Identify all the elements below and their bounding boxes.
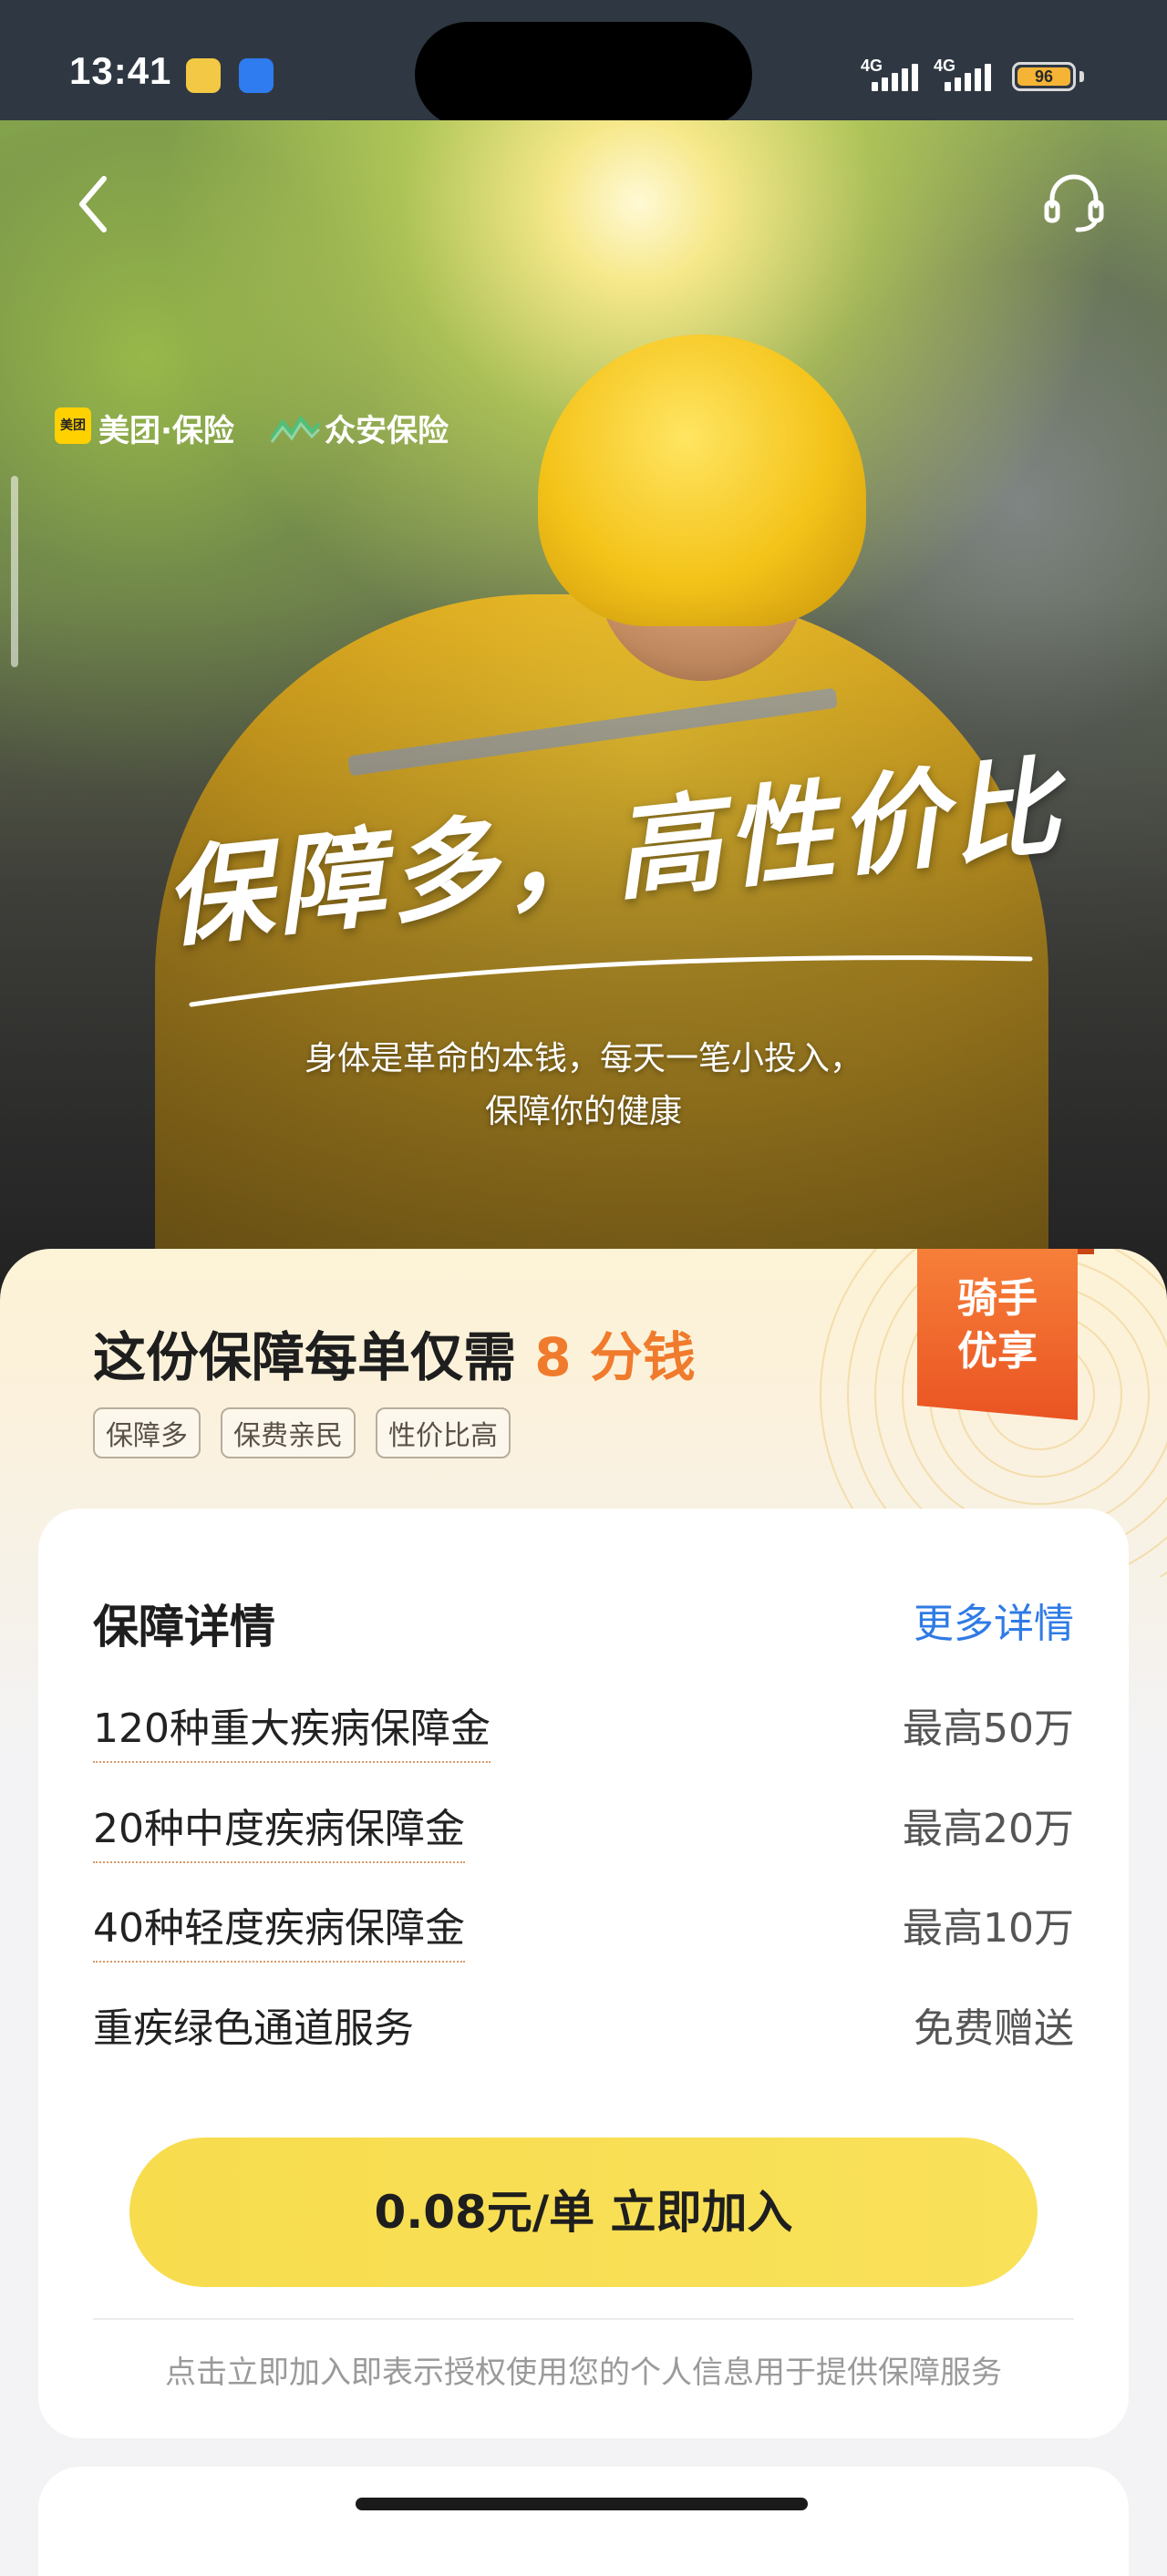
offer-title: 这份保障每单仅需 8 分钱 (93, 1314, 696, 1391)
coverage-value: 最高20万 (903, 1806, 1074, 1852)
zhongan-insurance-label: 众安保险 (325, 413, 449, 449)
hero-subtitle: 保障你的健康 (484, 1093, 682, 1130)
meituan-logo: 美团 (55, 407, 91, 444)
hero-banner: 美团 美团·保险 众安保险 保障多，高性价比 身体是革命的本钱，每天一笔小投入，… (0, 120, 1167, 1305)
zhongan-logo-icon (270, 415, 321, 443)
rider-exclusive-ribbon: 骑手 优享 (917, 1249, 1078, 1420)
app-notification-icon (186, 58, 221, 93)
offer-price: 8 分钱 (534, 1326, 696, 1388)
headset-icon[interactable] (1038, 166, 1110, 239)
signal-icon: 4G (934, 57, 1007, 95)
ribbon-fold (1078, 1249, 1094, 1254)
coverage-row[interactable]: 40种轻度疾病保障金 最高10万 (93, 1895, 1074, 1963)
ribbon-line: 优享 (957, 1328, 1038, 1375)
coverage-label[interactable]: 40种轻度疾病保障金 (93, 1895, 465, 1963)
status-bar: 13:41 4G 4G 96 (0, 0, 1167, 128)
battery-level: 96 (1017, 67, 1070, 86)
ribbon-line: 骑手 (957, 1275, 1038, 1322)
ribbon-label: 骑手 优享 (917, 1273, 1078, 1378)
details-title: 保障详情 (93, 1601, 275, 1654)
more-details-link[interactable]: 更多详情 (914, 1591, 1074, 1649)
network-label: 4G (861, 57, 883, 75)
camera-notch (415, 22, 752, 128)
coverage-row: 重疾绿色通道服务 免费赠送 (93, 1995, 1074, 2059)
network-label: 4G (934, 57, 956, 75)
coverage-value: 免费赠送 (914, 2005, 1074, 2052)
battery-tip (1079, 71, 1084, 82)
feature-tags: 保障多 保费亲民 性价比高 (93, 1407, 511, 1458)
battery-icon: 96 (1012, 62, 1076, 91)
status-time: 13:41 (69, 49, 172, 92)
scroll-indicator (11, 476, 18, 667)
home-indicator[interactable] (356, 2498, 808, 2510)
coverage-label: 重疾绿色通道服务 (93, 2005, 414, 2052)
slogan-underline (189, 955, 1033, 1007)
next-section-card (38, 2467, 1129, 2576)
signal-icon: 4G (861, 57, 934, 95)
feature-tag: 保费亲民 (221, 1407, 356, 1458)
coverage-row[interactable]: 120种重大疾病保障金 最高50万 (93, 1695, 1074, 1763)
coverage-row[interactable]: 20种中度疾病保障金 最高20万 (93, 1796, 1074, 1863)
meituan-insurance-label: 美团·保险 (98, 413, 234, 449)
feature-tag: 保障多 (93, 1407, 201, 1458)
coverage-value: 最高10万 (903, 1905, 1074, 1952)
divider (93, 2318, 1074, 2320)
coverage-label[interactable]: 20种中度疾病保障金 (93, 1796, 465, 1863)
hero-subtitle: 身体是革命的本钱，每天一笔小投入， (304, 1040, 862, 1077)
coverage-value: 最高50万 (903, 1705, 1074, 1752)
authorization-notice: 点击立即加入即表示授权使用您的个人信息用于提供保障服务 (165, 2354, 1002, 2391)
join-now-button[interactable]: 0.08元/单 立即加入 (129, 2138, 1038, 2287)
coverage-details-card: 保障详情 更多详情 120种重大疾病保障金 最高50万 20种中度疾病保障金 最… (38, 1509, 1129, 2438)
feature-tag: 性价比高 (376, 1407, 511, 1458)
app-notification-icon (239, 58, 274, 93)
offer-title-text: 这份保障每单仅需 (93, 1326, 517, 1388)
coverage-label[interactable]: 120种重大疾病保障金 (93, 1695, 491, 1763)
chevron-left-icon[interactable] (71, 168, 117, 241)
